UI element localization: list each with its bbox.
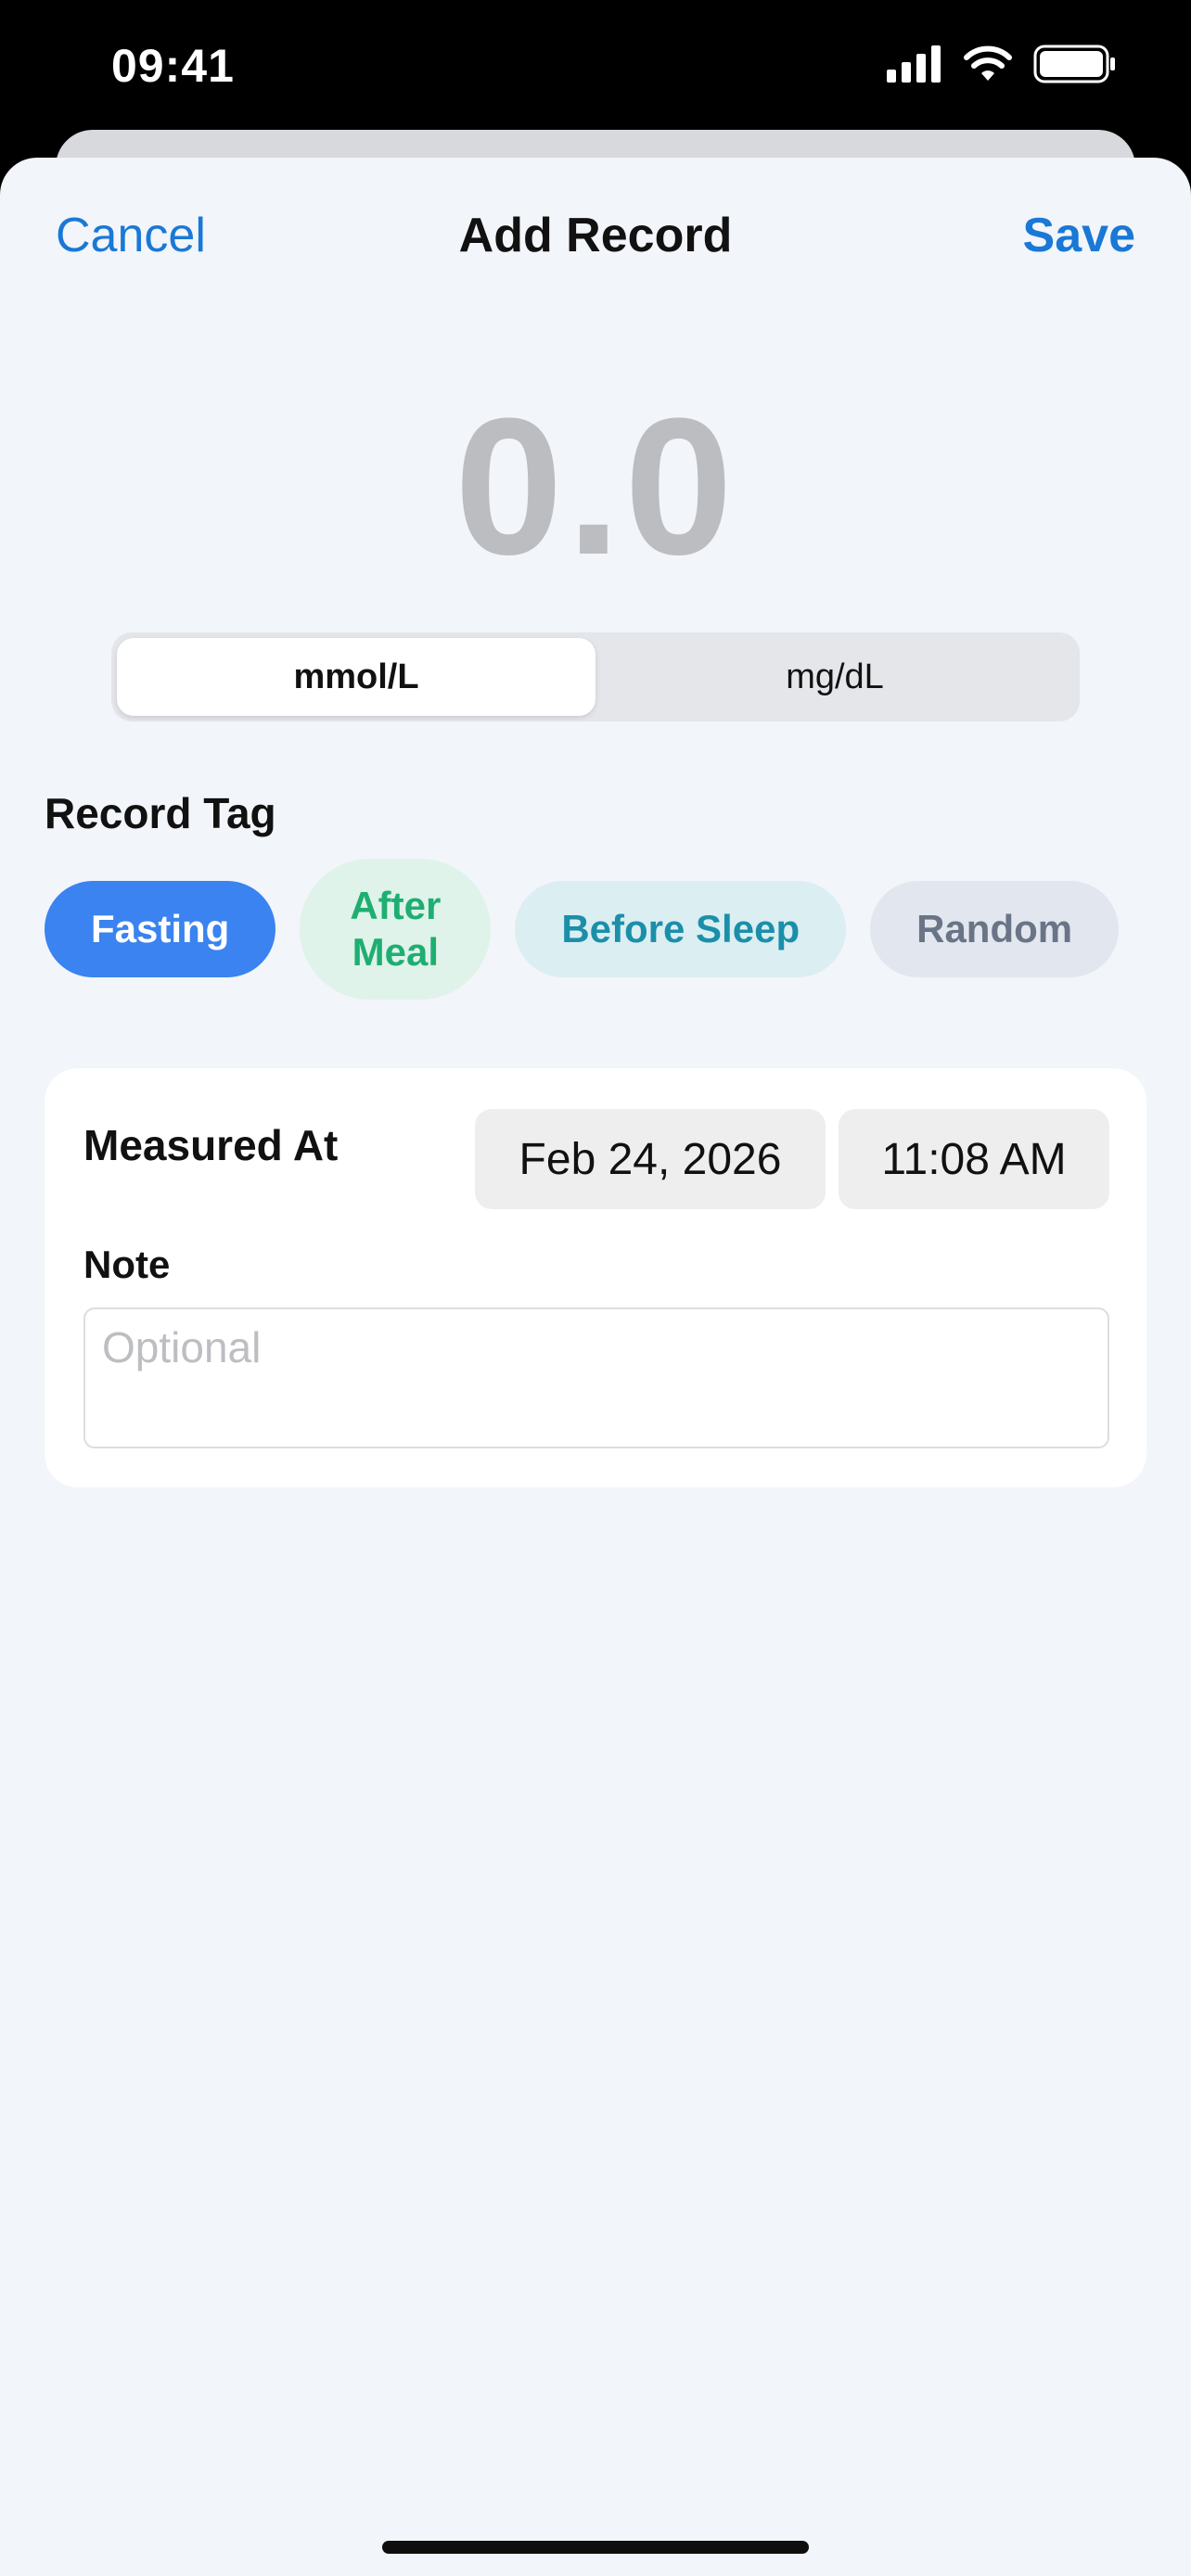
- unit-segmented-control: mmol/L mg/dL: [111, 632, 1080, 721]
- unit-option-mmol[interactable]: mmol/L: [117, 638, 596, 716]
- cellular-signal-icon: [887, 45, 941, 83]
- status-time: 09:41: [111, 40, 235, 92]
- measured-at-label: Measured At: [83, 1121, 339, 1169]
- add-record-sheet: Cancel Add Record Save 0.0 mmol/L mg/dL …: [0, 158, 1191, 2576]
- status-bar: 09:41: [0, 0, 1191, 130]
- wifi-icon: [964, 45, 1012, 81]
- home-indicator: [382, 2541, 809, 2554]
- battery-icon: [1033, 45, 1115, 83]
- details-card: Measured At Feb 24, 2026 11:08 AM Note: [45, 1068, 1146, 1487]
- tag-before-sleep[interactable]: Before Sleep: [515, 881, 847, 977]
- tag-after-meal[interactable]: After Meal: [300, 859, 492, 1000]
- screen: 09:41 Cancel Add Record Save 0.0 mmol/L …: [0, 0, 1191, 2576]
- record-tag-label: Record Tag: [45, 789, 276, 837]
- tag-fasting[interactable]: Fasting: [45, 881, 276, 977]
- time-picker[interactable]: 11:08 AM: [839, 1109, 1109, 1209]
- navigation-bar: Cancel Add Record Save: [0, 158, 1191, 315]
- status-icons: [887, 45, 1117, 83]
- page-title: Add Record: [458, 209, 733, 262]
- note-input[interactable]: [83, 1307, 1109, 1448]
- record-tag-list: Fasting After Meal Before Sleep Random: [45, 859, 1120, 1000]
- save-button[interactable]: Save: [1023, 208, 1135, 263]
- date-picker[interactable]: Feb 24, 2026: [475, 1109, 826, 1209]
- unit-option-mgdl[interactable]: mg/dL: [596, 638, 1074, 716]
- reading-value[interactable]: 0.0: [0, 389, 1191, 584]
- tag-random[interactable]: Random: [870, 881, 1120, 977]
- note-label: Note: [83, 1243, 171, 1286]
